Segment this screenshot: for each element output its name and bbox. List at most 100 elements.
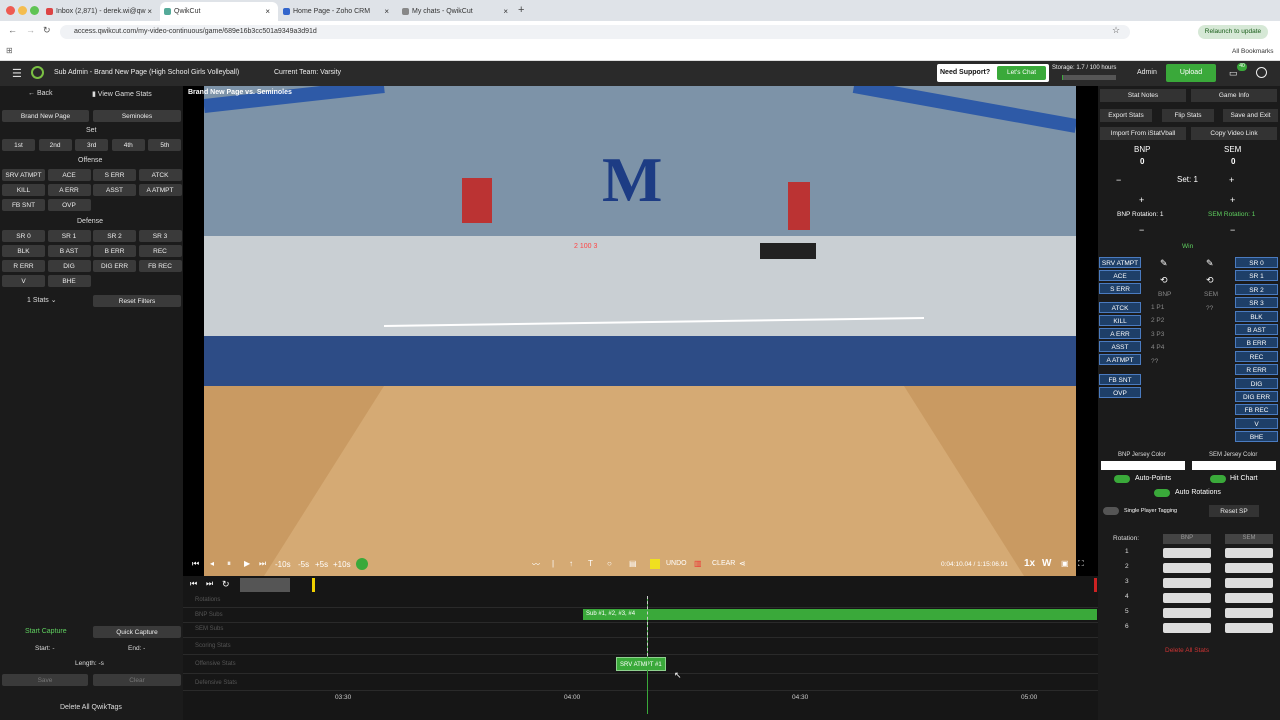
speed-icon[interactable] [356, 558, 368, 570]
set-button-5[interactable]: 5th [148, 139, 182, 151]
close-window-icon[interactable] [6, 6, 15, 15]
swap-a-icon[interactable]: ⟲ [1160, 275, 1168, 286]
defense-filter-r-err[interactable]: R ERR [2, 260, 45, 272]
sem-stat-sr-0[interactable]: SR 0 [1235, 257, 1278, 268]
bnp-player-4[interactable]: 4 P4 [1151, 344, 1164, 351]
clear-capture-button[interactable]: Clear [93, 674, 181, 686]
bnp-player-3[interactable]: 3 P3 [1151, 331, 1164, 338]
stats-select[interactable]: 1 Stats ⌄ [27, 296, 57, 304]
timeline-start-icon[interactable]: ⏮ [190, 579, 197, 589]
offense-filter-a-atmpt[interactable]: A ATMPT [138, 184, 182, 196]
rotation-sem-slot[interactable] [1225, 593, 1273, 603]
defense-filter-sr-1[interactable]: SR 1 [47, 230, 91, 242]
bnp-player-1[interactable]: 1 P1 [1151, 304, 1164, 311]
apps-grid-icon[interactable]: ⊞ [6, 46, 13, 55]
timeline-zoom-window[interactable] [240, 578, 290, 592]
skip-start-icon[interactable]: ⏮ [192, 559, 199, 569]
draw-tool-icon[interactable]: 〰 [532, 559, 540, 570]
set-button-1[interactable]: 1st [2, 139, 35, 151]
defense-filter-sr-2[interactable]: SR 2 [93, 230, 136, 242]
sub-clip[interactable]: Sub #1, #2, #3, #4 [583, 609, 1097, 620]
rotation-b-plus-button[interactable]: + [1230, 195, 1235, 205]
rotation-a-plus-button[interactable]: + [1139, 195, 1144, 205]
delete-all-qwiktags-button[interactable]: Delete All QwikTags [60, 704, 122, 711]
sem-stat-bhe[interactable]: BHE [1235, 431, 1278, 443]
bnp-jersey-color[interactable] [1101, 461, 1185, 470]
skip-forward-5-button[interactable]: +5s [315, 560, 328, 569]
rotation-bnp-slot[interactable] [1163, 578, 1211, 588]
video-player[interactable]: M [203, 79, 1078, 576]
playhead-marker[interactable] [312, 578, 315, 592]
trash-icon[interactable]: ▥ [694, 559, 702, 568]
defense-filter-bhe[interactable]: BHE [47, 275, 91, 287]
rotation-b-minus-button[interactable]: − [1230, 225, 1235, 235]
sem-stat-sr-1[interactable]: SR 1 [1235, 270, 1278, 282]
pause-icon[interactable]: ⏸ [227, 559, 231, 569]
rotation-bnp-slot[interactable] [1163, 623, 1211, 633]
save-capture-button[interactable]: Save [2, 674, 88, 686]
offense-filter-a-err[interactable]: A ERR [47, 184, 91, 196]
sem-stat-dig[interactable]: DIG [1235, 377, 1278, 389]
menu-icon[interactable]: ☰ [12, 67, 22, 80]
timeline-reset-icon[interactable]: ↻ [222, 579, 230, 590]
frame-back-icon[interactable]: ◂ [210, 559, 214, 568]
sem-stat-v[interactable]: V [1235, 417, 1278, 429]
playback-speed[interactable]: 1x [1024, 558, 1035, 569]
game-info-button[interactable]: Game Info [1191, 89, 1277, 102]
sem-jersey-color[interactable] [1192, 461, 1276, 470]
score-a-minus-button[interactable]: − [1116, 175, 1121, 185]
color-picker-swatch[interactable] [650, 559, 660, 569]
bnp-stat-a-err[interactable]: A ERR [1099, 328, 1141, 339]
url-field[interactable]: access.qwikcut.com/my-video-continuous/g… [60, 25, 1130, 39]
back-button[interactable]: ← Back [28, 90, 53, 97]
text-tool-icon[interactable]: T [588, 559, 593, 568]
offense-filter-srv-atmpt[interactable]: SRV ATMPT [2, 169, 45, 181]
set-button-2[interactable]: 2nd [38, 139, 72, 151]
skip-forward-10-button[interactable]: +10s [333, 560, 351, 569]
minimize-window-icon[interactable] [18, 6, 27, 15]
defense-filter-sr-0[interactable]: SR 0 [2, 230, 45, 242]
offense-filter-atck[interactable]: ATCK [138, 169, 182, 181]
bnp-stat-srv-atmpt[interactable]: SRV ATMPT [1099, 257, 1141, 268]
rotation-sem-slot[interactable] [1225, 548, 1273, 558]
defense-filter-sr-3[interactable]: SR 3 [138, 230, 182, 242]
sem-stat-dig-err[interactable]: DIG ERR [1235, 391, 1278, 402]
auto-points-toggle[interactable] [1114, 475, 1130, 483]
page-title[interactable]: Sub Admin - Brand New Page (High School … [54, 69, 239, 76]
srv-atmpt-clip[interactable]: SRV ATMPT #1 [616, 657, 666, 671]
admin-label[interactable]: Admin [1137, 69, 1157, 76]
circle-tool-icon[interactable]: ○ [607, 559, 612, 568]
lets-chat-button[interactable]: Let's Chat [997, 66, 1046, 80]
copy-video-link-button[interactable]: Copy Video Link [1191, 127, 1277, 140]
defense-filter-rec[interactable]: REC [138, 245, 182, 257]
all-bookmarks[interactable]: All Bookmarks [1232, 48, 1274, 55]
single-player-toggle[interactable] [1103, 507, 1119, 515]
stat-notes-button[interactable]: Stat Notes [1100, 89, 1186, 102]
offense-filter-asst[interactable]: ASST [93, 184, 136, 196]
relaunch-button[interactable]: Relaunch to update [1198, 25, 1268, 39]
team-a-filter-button[interactable]: Brand New Page [2, 110, 89, 122]
rotation-sem-slot[interactable] [1225, 623, 1273, 633]
rotation-bnp-slot[interactable] [1163, 608, 1211, 618]
quick-capture-button[interactable]: Quick Capture [93, 626, 181, 638]
fullscreen-icon[interactable]: ⛶ [1078, 559, 1084, 569]
timeline-end-icon[interactable]: ⏭ [206, 579, 213, 589]
start-capture-button[interactable]: Start Capture [25, 628, 67, 635]
upload-button[interactable]: Upload [1166, 64, 1216, 82]
import-istatvball-button[interactable]: Import From iStatVball [1100, 127, 1186, 140]
defense-filter-fb-rec[interactable]: FB REC [138, 260, 182, 272]
bnp-stat-atck[interactable]: ATCK [1099, 302, 1141, 313]
defense-filter-blk[interactable]: BLK [2, 245, 45, 257]
bnp-player-2[interactable]: 2 P2 [1151, 317, 1164, 324]
set-button-3[interactable]: 3rd [75, 139, 109, 151]
offense-filter-ace[interactable]: ACE [47, 169, 91, 181]
pip-icon[interactable]: ▣ [1061, 559, 1069, 568]
sem-player-unknown[interactable]: ?? [1206, 305, 1213, 312]
arrow-tool-icon[interactable]: ↑ [569, 559, 573, 568]
team-select[interactable]: Current Team: Varsity [274, 69, 341, 76]
defense-filter-v[interactable]: V [2, 275, 45, 287]
timeline[interactable] [183, 576, 1098, 720]
sem-stat-rec[interactable]: REC [1235, 350, 1278, 362]
forward-nav-icon[interactable]: → [26, 25, 35, 35]
save-exit-button[interactable]: Save and Exit [1223, 109, 1278, 122]
